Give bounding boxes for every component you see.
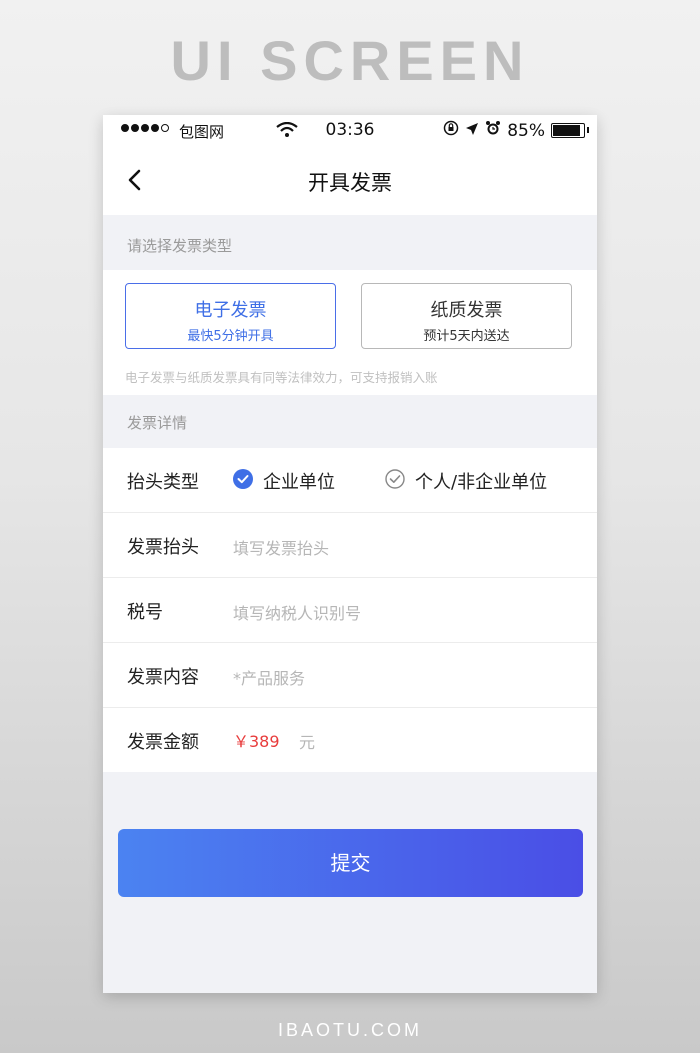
- battery-percent: 85%: [507, 120, 545, 141]
- alarm-icon: [485, 120, 501, 141]
- content-row[interactable]: 发票内容 *产品服务: [103, 643, 597, 708]
- tax-id-label: 税号: [127, 602, 163, 623]
- page-title: 开具发票: [308, 171, 392, 195]
- header-type-row: 抬头类型 企业单位 个人/非企业单位: [103, 448, 597, 513]
- checked-circle-icon: [233, 468, 253, 494]
- amount-label: 发票金额: [127, 732, 199, 753]
- header-type-label: 抬头类型: [127, 472, 199, 493]
- nav-bar: 开具发票: [103, 145, 597, 215]
- amount-value: ￥389: [233, 732, 280, 751]
- radio-personal[interactable]: 个人/非企业单位: [385, 468, 547, 494]
- paper-invoice-option[interactable]: 纸质发票 预计5天内送达: [361, 283, 572, 349]
- option-subtitle: 预计5天内送达: [423, 329, 510, 344]
- invoice-title-row[interactable]: 发票抬头 填写发票抬头: [103, 513, 597, 578]
- invoice-type-note: 电子发票与纸质发票具有同等法律效力，可支持报销入账: [125, 370, 438, 385]
- option-subtitle: 最快5分钟开具: [187, 329, 274, 344]
- invoice-type-options: 电子发票 最快5分钟开具 纸质发票 预计5天内送达 电子发票与纸质发票具有同等法…: [103, 270, 597, 395]
- location-icon: [465, 121, 479, 141]
- phone-screen: 包图网 03:36 85% 开具发票 请选择发票类型 电子发票 最快5分钟开具 …: [103, 115, 597, 993]
- amount-row: 发票金额 ￥389 元: [103, 708, 597, 773]
- tax-id-row[interactable]: 税号 填写纳税人识别号: [103, 578, 597, 643]
- radio-company[interactable]: 企业单位: [233, 468, 335, 494]
- electronic-invoice-option[interactable]: 电子发票 最快5分钟开具: [125, 283, 336, 349]
- invoice-details-form: 抬头类型 企业单位 个人/非企业单位 发票抬头 填写发票抬头 税号 填写纳税人识…: [103, 448, 597, 772]
- invoice-title-label: 发票抬头: [127, 537, 199, 558]
- content-input[interactable]: *产品服务: [233, 665, 305, 689]
- option-title: 电子发票: [194, 300, 267, 321]
- details-section-label: 发票详情: [127, 414, 188, 432]
- unchecked-circle-icon: [385, 468, 405, 494]
- invoice-title-input[interactable]: 填写发票抬头: [233, 535, 329, 559]
- radio-company-label: 企业单位: [263, 472, 335, 493]
- tax-id-input[interactable]: 填写纳税人识别号: [233, 600, 361, 624]
- amount-unit: 元: [299, 733, 316, 752]
- submit-button[interactable]: 提交: [118, 829, 583, 897]
- status-bar: 包图网 03:36 85%: [103, 115, 597, 145]
- radio-personal-label: 个人/非企业单位: [415, 472, 548, 493]
- battery-icon: [551, 123, 589, 138]
- content-label: 发票内容: [127, 667, 199, 688]
- footer-text: IBAOTU.COM: [277, 1020, 422, 1040]
- banner-title: UI SCREEN: [170, 29, 530, 92]
- option-title: 纸质发票: [430, 300, 503, 321]
- lock-rotation-icon: [443, 120, 459, 141]
- invoice-type-section-label: 请选择发票类型: [127, 237, 233, 255]
